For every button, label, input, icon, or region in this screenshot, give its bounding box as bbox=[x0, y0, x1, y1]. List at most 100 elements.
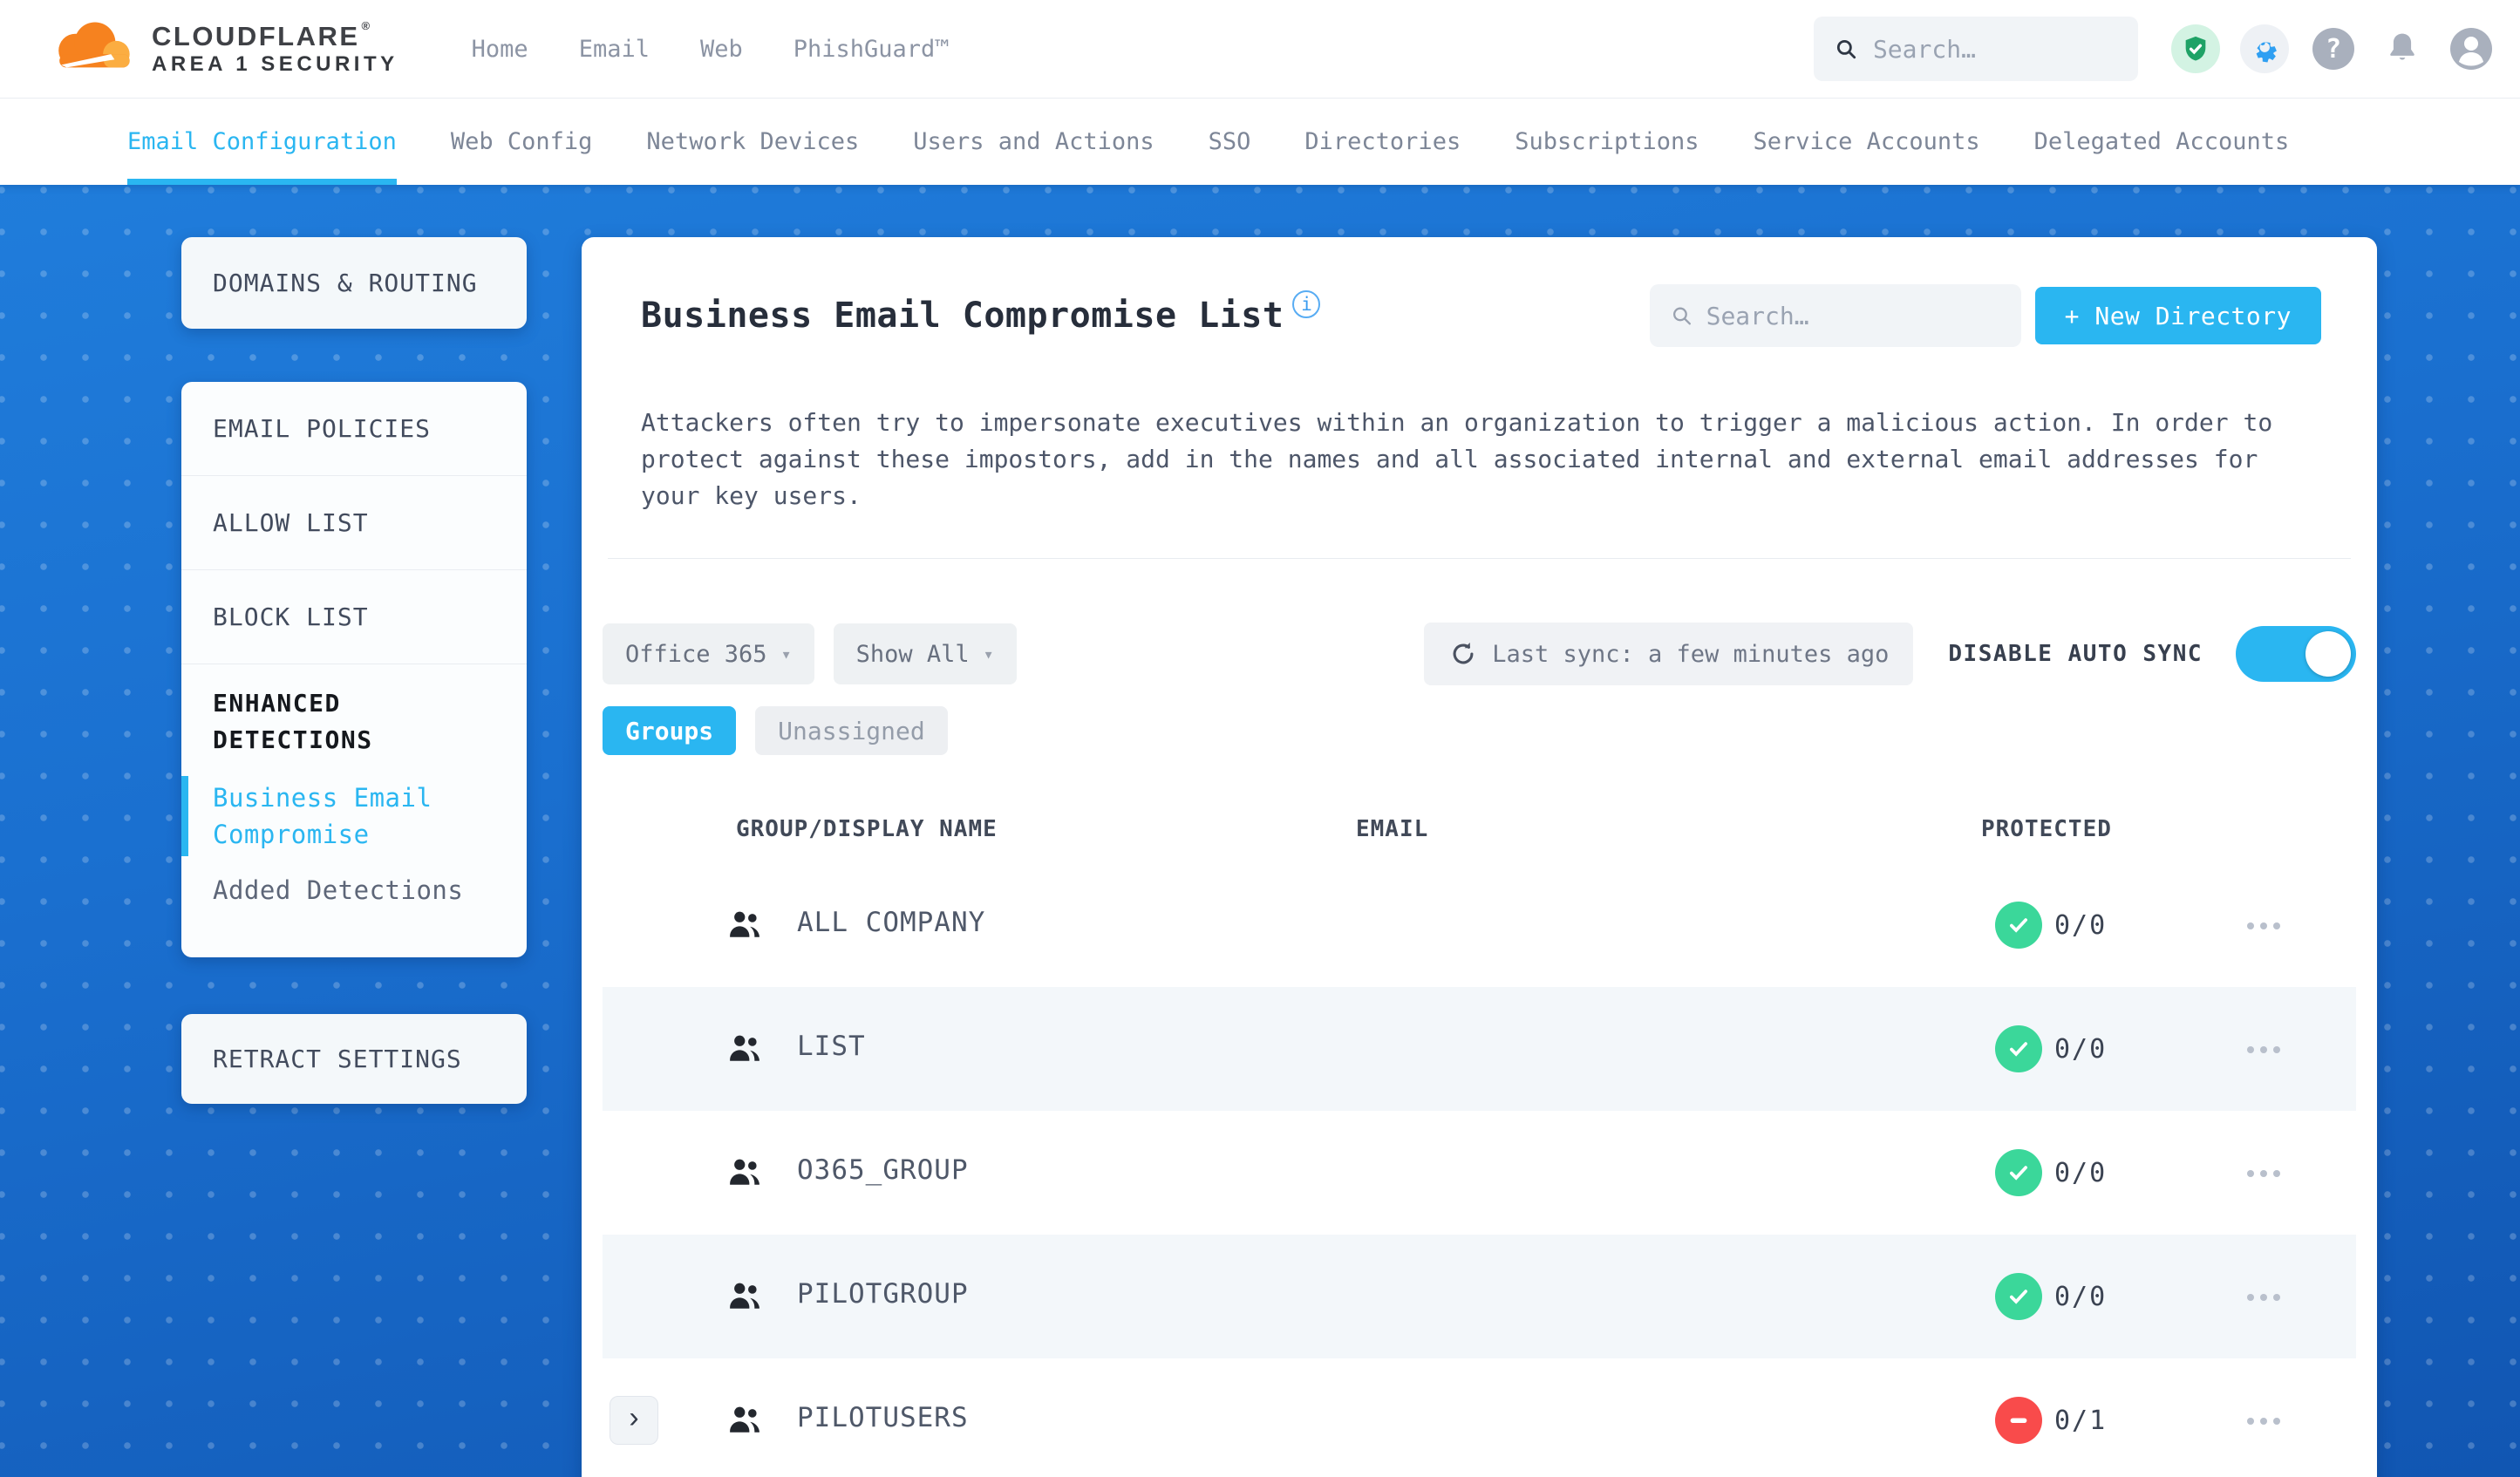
group-tab[interactable]: Unassigned bbox=[755, 706, 948, 755]
directory-select-value: Office 365 bbox=[625, 640, 767, 668]
sidebar-item-email-policies[interactable]: EMAIL POLICIES bbox=[181, 382, 527, 476]
ellipsis-dot bbox=[2273, 1418, 2280, 1425]
table-row: › PILOTUSERS 0/1 bbox=[603, 1358, 2356, 1477]
show-filter-value: Show All bbox=[855, 640, 970, 668]
protected-check-icon bbox=[1995, 1273, 2042, 1320]
sidebar-item-retract-settings[interactable]: RETRACT SETTINGS bbox=[181, 1014, 527, 1104]
settings-button[interactable] bbox=[2240, 24, 2289, 73]
show-filter-select[interactable]: Show All ▾ bbox=[833, 623, 1017, 684]
active-indicator-bar bbox=[181, 776, 188, 856]
search-icon bbox=[1836, 39, 1856, 59]
group-name: PILOTGROUP bbox=[797, 1278, 969, 1310]
primary-nav-item[interactable]: Home bbox=[472, 36, 528, 63]
directory-select[interactable]: Office 365 ▾ bbox=[603, 623, 814, 684]
main-panel: Business Email Compromise List i + New D… bbox=[582, 237, 2377, 1477]
sidebar-item-allow-list[interactable]: ALLOW LIST bbox=[181, 476, 527, 570]
column-header-email: EMAIL bbox=[1356, 816, 1429, 842]
notifications-bell-icon bbox=[2390, 33, 2414, 60]
table-header: GROUP/DISPLAY NAME EMAIL PROTECTED bbox=[603, 793, 2356, 863]
global-search-input[interactable] bbox=[1872, 34, 2117, 64]
secondary-nav-item[interactable]: Users and Actions bbox=[913, 99, 1154, 185]
search-icon bbox=[1672, 307, 1691, 325]
protected-status: 0/0 bbox=[1995, 1149, 2107, 1196]
info-icon[interactable]: i bbox=[1292, 290, 1321, 318]
cloudflare-logo[interactable]: CLOUDFLARE ® AREA 1 SECURITY bbox=[49, 18, 398, 79]
page-description: Attackers often try to impersonate execu… bbox=[641, 408, 2273, 510]
row-actions-menu-button[interactable] bbox=[2244, 1161, 2284, 1186]
sidebar-item-enhanced-detections[interactable]: ENHANCED DETECTIONS bbox=[213, 685, 495, 759]
secondary-nav-item[interactable]: Directories bbox=[1304, 99, 1461, 185]
row-actions-menu-button[interactable] bbox=[2244, 914, 2284, 938]
sidebar-item-added-detections[interactable]: Added Detections bbox=[181, 872, 495, 909]
primary-nav-item[interactable]: Email bbox=[579, 36, 650, 63]
table-row: ALL COMPANY 0/0 bbox=[603, 863, 2356, 987]
ellipsis-dot bbox=[2273, 922, 2280, 929]
logo-title: CLOUDFLARE ® bbox=[152, 19, 372, 51]
svg-text:?: ? bbox=[2326, 34, 2341, 65]
people-group-icon bbox=[725, 1153, 765, 1196]
protected-count: 0/0 bbox=[2054, 1157, 2108, 1188]
help-icon: ? bbox=[2312, 28, 2354, 70]
expand-row-button[interactable]: › bbox=[610, 1396, 658, 1445]
new-directory-button[interactable]: + New Directory bbox=[2034, 287, 2321, 344]
protected-count: 0/0 bbox=[2054, 1033, 2108, 1065]
sidebar-item-domains-routing[interactable]: DOMAINS & ROUTING bbox=[181, 237, 527, 329]
group-tabs: Groups Unassigned bbox=[603, 706, 2356, 755]
secondary-nav-item[interactable]: Delegated Accounts bbox=[2034, 99, 2290, 185]
filter-row: Office 365 ▾ Show All ▾ Last sync: a few… bbox=[603, 623, 2356, 685]
group-tab[interactable]: Groups bbox=[603, 706, 737, 755]
people-group-icon bbox=[725, 905, 765, 949]
list-search-input[interactable] bbox=[1706, 301, 2000, 330]
secondary-nav-item[interactable]: Service Accounts bbox=[1754, 99, 1980, 185]
secondary-nav: Email Configuration Web Config Network D… bbox=[0, 98, 2520, 185]
header-icon-group: ? bbox=[2171, 24, 2496, 73]
secondary-nav-item[interactable]: Web Config bbox=[451, 99, 593, 185]
security-status-button[interactable] bbox=[2171, 24, 2220, 73]
row-actions-menu-button[interactable] bbox=[2244, 1409, 2284, 1433]
secondary-nav-item[interactable]: Email Configuration bbox=[127, 99, 397, 185]
secondary-nav-item[interactable]: SSO bbox=[1209, 99, 1251, 185]
protected-check-icon bbox=[1995, 1149, 2042, 1196]
groups-table: GROUP/DISPLAY NAME EMAIL PROTECTED ALL C… bbox=[603, 793, 2356, 1477]
protected-count: 0/0 bbox=[2054, 909, 2108, 941]
protected-check-icon bbox=[1995, 902, 2042, 949]
protected-status: 0/0 bbox=[1995, 1025, 2107, 1072]
row-actions-menu-button[interactable] bbox=[2244, 1285, 2284, 1310]
user-profile-button[interactable] bbox=[2447, 24, 2496, 73]
primary-nav-item[interactable]: PhishGuard™ bbox=[793, 36, 950, 63]
ellipsis-dot bbox=[2260, 1046, 2267, 1053]
sidebar-item-business-email-compromise[interactable]: Business Email Compromise bbox=[181, 776, 495, 856]
logo-subtitle: AREA 1 SECURITY bbox=[152, 52, 398, 76]
sidebar-item-block-list[interactable]: BLOCK LIST bbox=[181, 570, 527, 664]
table-row: PILOTGROUP 0/0 bbox=[603, 1235, 2356, 1358]
secondary-nav-item[interactable]: Network Devices bbox=[646, 99, 859, 185]
settings-gear-icon bbox=[2256, 42, 2277, 63]
page-title: Business Email Compromise List bbox=[641, 296, 1284, 336]
sidebar-section-enhanced-detections: ENHANCED DETECTIONS Business Email Compr… bbox=[181, 664, 527, 909]
toggle-knob bbox=[2305, 631, 2351, 677]
secondary-nav-item[interactable]: Subscriptions bbox=[1515, 99, 1699, 185]
auto-sync-toggle[interactable] bbox=[2236, 626, 2356, 682]
sidebar-item-label: EMAIL POLICIES bbox=[213, 414, 432, 443]
chevron-down-icon: ▾ bbox=[983, 643, 994, 664]
group-name: LIST bbox=[797, 1031, 866, 1062]
people-group-icon bbox=[725, 1276, 765, 1320]
ellipsis-dot bbox=[2247, 922, 2254, 929]
primary-nav: Home Email Web PhishGuard™ bbox=[472, 36, 950, 63]
refresh-icon bbox=[1453, 642, 1474, 664]
people-group-icon bbox=[725, 1400, 765, 1444]
ellipsis-dot bbox=[2273, 1294, 2280, 1301]
app-root: CLOUDFLARE ® AREA 1 SECURITY Home Email W… bbox=[0, 0, 2520, 1477]
help-button[interactable]: ? bbox=[2309, 24, 2358, 73]
ellipsis-dot bbox=[2273, 1046, 2280, 1053]
column-header-protected: PROTECTED bbox=[1981, 816, 2112, 842]
protected-status: 0/0 bbox=[1995, 1273, 2107, 1320]
people-group-icon bbox=[725, 1029, 765, 1072]
row-actions-menu-button[interactable] bbox=[2244, 1038, 2284, 1062]
chevron-right-icon: › bbox=[629, 1400, 639, 1434]
cloudflare-cloud-icon bbox=[58, 22, 130, 68]
last-sync-button[interactable]: Last sync: a few minutes ago bbox=[1424, 623, 1914, 685]
notifications-button[interactable] bbox=[2378, 24, 2427, 73]
primary-nav-item[interactable]: Web bbox=[700, 36, 743, 63]
user-profile-icon bbox=[2450, 28, 2492, 70]
